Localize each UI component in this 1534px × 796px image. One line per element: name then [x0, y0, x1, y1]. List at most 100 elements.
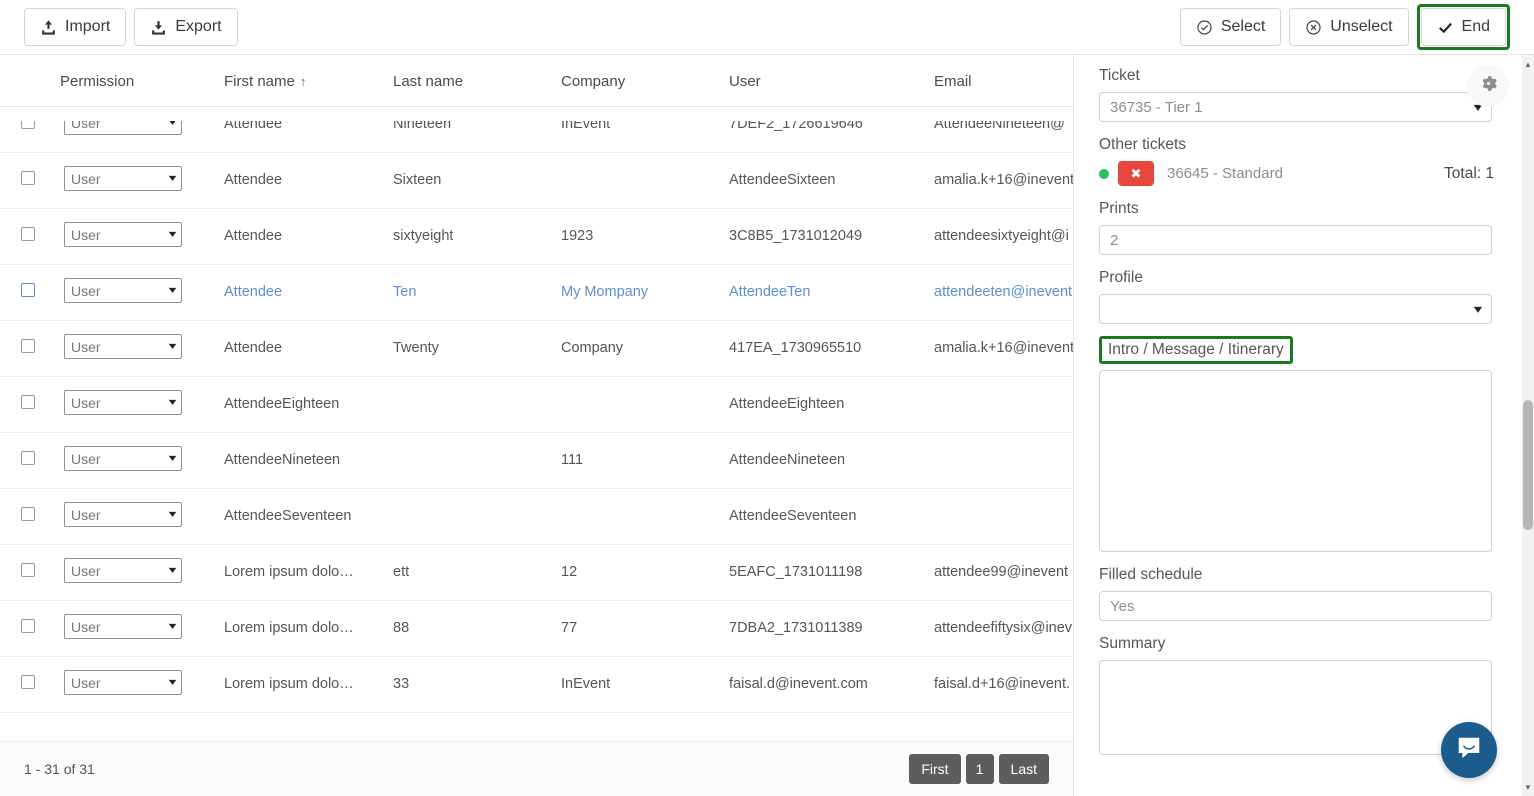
- settings-button[interactable]: [1467, 65, 1509, 107]
- profile-label: Profile: [1099, 269, 1143, 286]
- row-checkbox[interactable]: [21, 171, 35, 185]
- permission-select[interactable]: User ▾: [64, 166, 182, 191]
- intro-message-itinerary-label: Intro / Message / Itinerary: [1099, 336, 1293, 364]
- cell-first: Lorem ipsum dolo…: [224, 564, 354, 580]
- table-row[interactable]: User ▾ AttendeeNineteen 111 AttendeeNineteen: [0, 433, 1073, 489]
- row-checkbox[interactable]: [21, 563, 35, 577]
- intro-message-itinerary-textarea[interactable]: [1099, 370, 1492, 552]
- profile-select[interactable]: ▾: [1099, 294, 1492, 324]
- row-checkbox[interactable]: [21, 619, 35, 633]
- ticket-select[interactable]: 36735 - Tier 1 ▾: [1099, 92, 1492, 122]
- table-row[interactable]: User ▾ Attendee Sixteen AttendeeSixteen amali…: [0, 153, 1073, 209]
- permission-select[interactable]: User ▾: [64, 670, 182, 695]
- table-row[interactable]: User ▾ Lorem ipsum dolo… 88 77 7DBA2_17310113…: [0, 601, 1073, 657]
- cell-user: AttendeeTen: [729, 284, 811, 300]
- check-circle-icon: [1196, 19, 1213, 36]
- cell-first: AttendeeNineteen: [224, 452, 341, 468]
- permission-select[interactable]: User ▾: [64, 558, 182, 583]
- row-checkbox[interactable]: [21, 395, 35, 409]
- app-root: Import Export Select Unselect End Permis…: [0, 0, 1534, 796]
- other-ticket-row: ✖ 36645 - Standard Total: 1: [1099, 161, 1498, 186]
- chevron-down-icon: ▾: [168, 285, 177, 296]
- cell-first: Attendee: [224, 284, 283, 300]
- chevron-down-icon: ▾: [168, 397, 177, 408]
- row-checkbox[interactable]: [21, 507, 35, 521]
- header-clip-mask: [0, 107, 1073, 121]
- pagination-page-1-button[interactable]: 1: [965, 754, 994, 784]
- cell-email: attendeesixtyeight@i: [934, 228, 1069, 244]
- table-body: User ▾ Attendee Nineteen InEvent 7DEF2_172661…: [0, 107, 1073, 727]
- cell-company: 12: [561, 564, 578, 580]
- end-label: End: [1461, 18, 1490, 35]
- table-row[interactable]: User ▾ Lorem ipsum dolo… ett 12 5EAFC_1731011…: [0, 545, 1073, 601]
- column-header-permission[interactable]: Permission: [60, 73, 134, 90]
- table-row[interactable]: User ▾ Attendee Twenty Company 417EA_17309655…: [0, 321, 1073, 377]
- cell-first: AttendeeSeventeen: [224, 508, 352, 524]
- row-checkbox[interactable]: [21, 451, 35, 465]
- panel-content: Ticket 36735 - Tier 1 ▾ Other tickets ✖ …: [1074, 55, 1522, 755]
- row-checkbox[interactable]: [21, 675, 35, 689]
- table-row[interactable]: User ▾ AttendeeSeventeen AttendeeSeventeen: [0, 489, 1073, 545]
- chevron-down-icon: ▾: [1473, 302, 1483, 316]
- permission-select[interactable]: User ▾: [64, 502, 182, 527]
- intercom-chat-button[interactable]: [1441, 722, 1497, 778]
- scroll-down-arrow-icon[interactable]: ▼: [1522, 780, 1534, 794]
- permission-select[interactable]: User ▾: [64, 446, 182, 471]
- table-row[interactable]: User ▾ Attendee sixtyeight 1923 3C8B5_1731012…: [0, 209, 1073, 265]
- export-button[interactable]: Export: [134, 8, 238, 46]
- pagination-last-button[interactable]: Last: [998, 754, 1049, 784]
- row-checkbox[interactable]: [21, 283, 35, 297]
- column-header-company[interactable]: Company: [561, 73, 625, 90]
- permission-select[interactable]: User ▾: [64, 334, 182, 359]
- cell-last: sixtyeight: [393, 228, 454, 244]
- filled-schedule-input[interactable]: Yes: [1099, 591, 1492, 621]
- toolbar-left-group: Import Export: [24, 8, 238, 46]
- chevron-down-icon: ▾: [168, 229, 177, 240]
- chevron-down-icon: ▾: [168, 453, 177, 464]
- permission-select[interactable]: User ▾: [64, 222, 182, 247]
- cell-first: Lorem ipsum dolo…: [224, 676, 354, 692]
- column-header-user[interactable]: User: [729, 73, 761, 90]
- unselect-button[interactable]: Unselect: [1289, 8, 1409, 46]
- cell-email: attendeeten@inevent: [934, 284, 1073, 300]
- cell-first: Lorem ipsum dolo…: [224, 620, 354, 636]
- end-button[interactable]: End: [1420, 8, 1506, 46]
- column-header-first-name[interactable]: First name ↑: [224, 73, 306, 90]
- table-footer: 1 - 31 of 31 First 1 Last: [0, 741, 1073, 796]
- permission-value: User: [71, 338, 101, 355]
- table-row[interactable]: User ▾ AttendeeEighteen AttendeeEighteen: [0, 377, 1073, 433]
- panel-vertical-scrollbar[interactable]: ▲ ▼: [1522, 55, 1534, 796]
- column-header-last-name[interactable]: Last name: [393, 73, 463, 90]
- remove-ticket-button[interactable]: ✖: [1118, 161, 1154, 186]
- summary-textarea[interactable]: [1099, 660, 1492, 755]
- permission-select[interactable]: User ▾: [64, 614, 182, 639]
- permission-value: User: [71, 394, 101, 411]
- panel-scroll-thumb[interactable]: [1523, 400, 1533, 530]
- select-button[interactable]: Select: [1179, 8, 1282, 46]
- export-label: Export: [175, 18, 222, 35]
- cell-company: 111: [561, 452, 584, 468]
- cell-user: 7DBA2_1731011389: [729, 620, 863, 636]
- attendee-details-panel: Ticket 36735 - Tier 1 ▾ Other tickets ✖ …: [1073, 55, 1522, 796]
- permission-select[interactable]: User ▾: [64, 390, 182, 415]
- filled-schedule-value: Yes: [1110, 597, 1135, 615]
- row-checkbox[interactable]: [21, 227, 35, 241]
- cell-email: faisal.d+16@inevent.: [934, 676, 1071, 692]
- row-checkbox[interactable]: [21, 339, 35, 353]
- table-row[interactable]: User ▾ Attendee Ten My Mompany AttendeeTen att…: [0, 265, 1073, 321]
- prints-value: 2: [1110, 231, 1119, 249]
- scroll-up-arrow-icon[interactable]: ▲: [1522, 57, 1534, 71]
- cell-user: AttendeeSixteen: [729, 172, 836, 188]
- import-button[interactable]: Import: [24, 8, 127, 46]
- prints-input[interactable]: 2: [1099, 225, 1492, 255]
- column-header-email[interactable]: Email: [934, 73, 972, 90]
- permission-select[interactable]: User ▾: [64, 278, 182, 303]
- select-label: Select: [1220, 18, 1266, 35]
- permission-value: User: [71, 450, 101, 467]
- pagination-first-button[interactable]: First: [909, 754, 961, 784]
- table-row[interactable]: User ▾ Lorem ipsum dolo… 33 InEvent faisal.d@…: [0, 657, 1073, 713]
- cell-first: Attendee: [224, 340, 283, 356]
- cell-user: 5EAFC_1731011198: [729, 564, 863, 580]
- cell-user: faisal.d@inevent.com: [729, 676, 868, 692]
- column-header-first-name-label: First name: [224, 73, 295, 90]
